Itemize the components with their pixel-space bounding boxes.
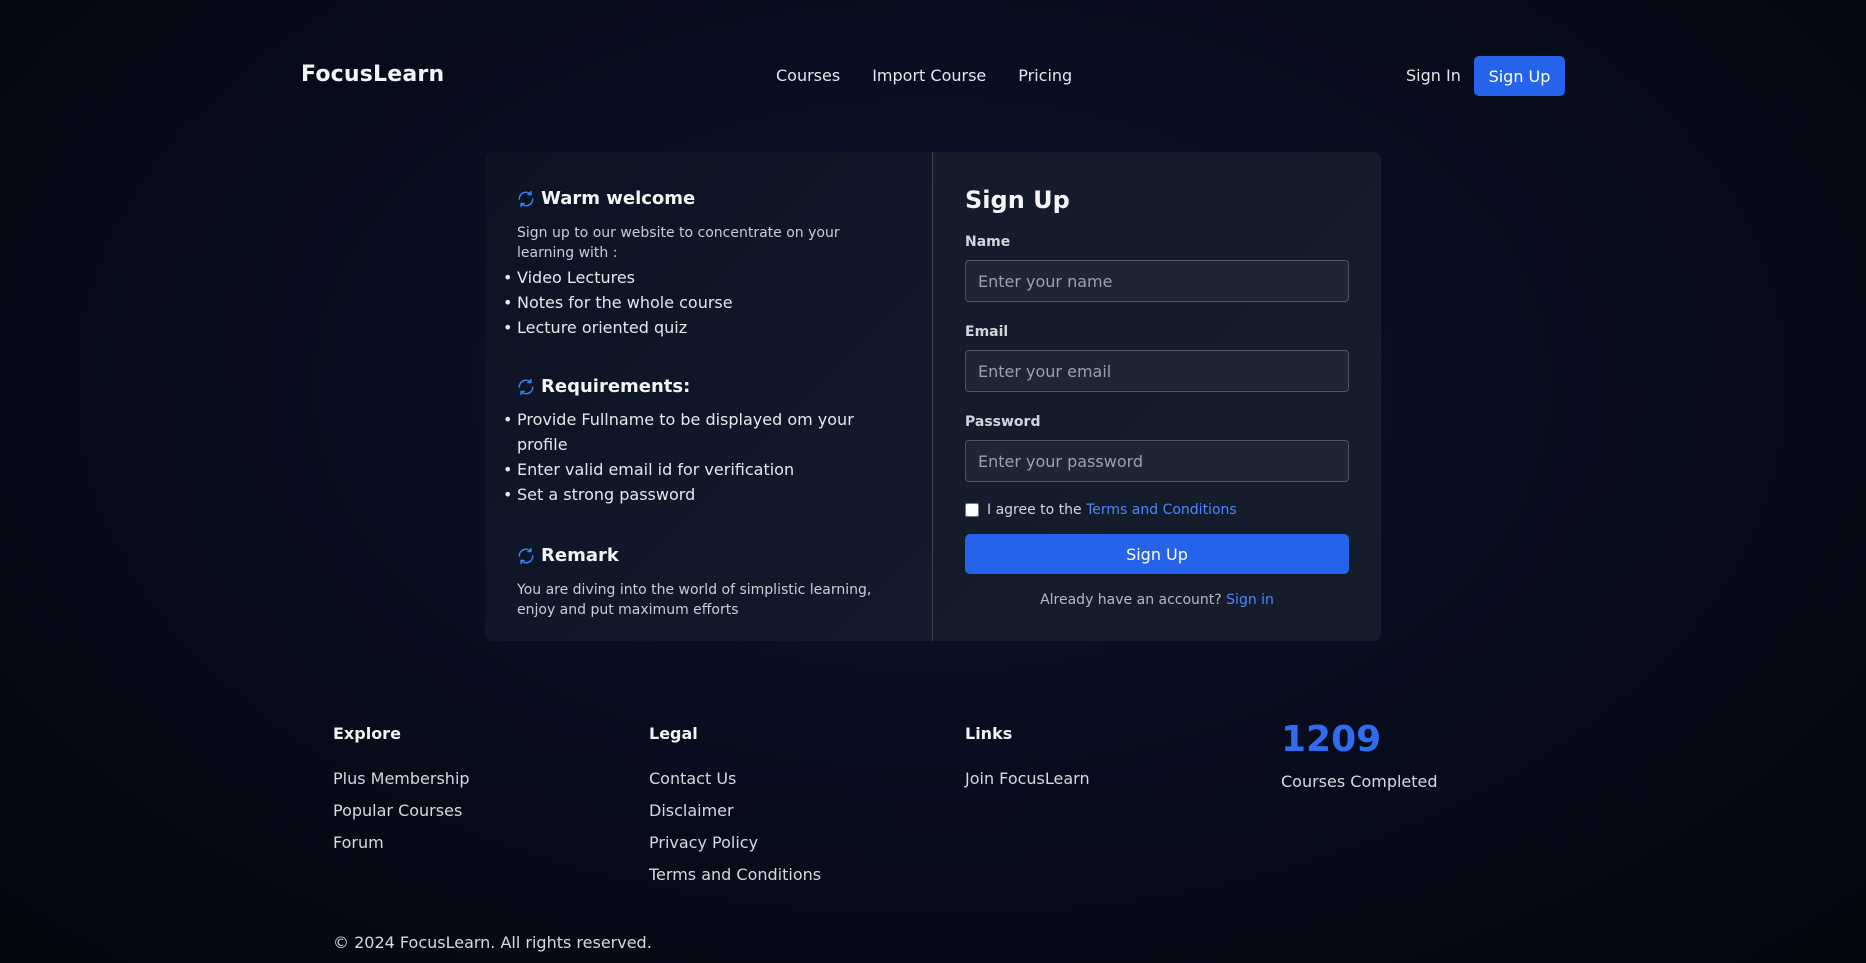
courses-completed-count: 1209 xyxy=(1281,719,1382,760)
requirements-list: Provide Fullname to be displayed om your… xyxy=(503,407,900,507)
agree-label: I agree to the xyxy=(987,502,1082,518)
remark-title: Remark xyxy=(541,545,619,566)
nav-import-course[interactable]: Import Course xyxy=(872,66,986,85)
password-label: Password xyxy=(965,414,1041,430)
welcome-list: Video Lectures Notes for the whole cours… xyxy=(503,265,900,340)
footer-link[interactable]: Contact Us xyxy=(649,763,949,795)
list-item: Enter valid email id for verification xyxy=(503,457,900,482)
nav-links: Courses Import Course Pricing xyxy=(776,66,1072,85)
footer-stat: 1209 Courses Completed xyxy=(1281,719,1581,792)
remark-heading-row: Remark xyxy=(517,545,900,566)
list-item: Notes for the whole course xyxy=(503,290,900,315)
requirements-section: Requirements: Provide Fullname to be dis… xyxy=(503,376,900,507)
footer-link[interactable]: Join FocusLearn xyxy=(965,763,1265,795)
already-text: Already have an account? xyxy=(1040,592,1222,608)
footer-explore: Explore Plus Membership Popular Courses … xyxy=(333,724,633,859)
name-input[interactable] xyxy=(965,260,1349,302)
sign-in-link[interactable]: Sign in xyxy=(1226,592,1274,608)
footer-link[interactable]: Privacy Policy xyxy=(649,827,949,859)
list-item: Video Lectures xyxy=(503,265,900,290)
email-input[interactable] xyxy=(965,350,1349,392)
list-item: Set a strong password xyxy=(503,482,900,507)
email-label: Email xyxy=(965,324,1009,340)
remark-desc: You are diving into the world of simplis… xyxy=(517,582,872,618)
list-item: Lecture oriented quiz xyxy=(503,315,900,340)
nav-sign-up-button[interactable]: Sign Up xyxy=(1474,56,1565,96)
footer-link[interactable]: Forum xyxy=(333,827,633,859)
terms-link[interactable]: Terms and Conditions xyxy=(1086,502,1237,518)
courses-completed-label: Courses Completed xyxy=(1281,772,1438,791)
nav-pricing[interactable]: Pricing xyxy=(1018,66,1072,85)
signin-prompt: Already have an account? Sign in xyxy=(965,592,1349,608)
copyright: © 2024 FocusLearn. All rights reserved. xyxy=(333,933,652,952)
nav-sign-in[interactable]: Sign In xyxy=(1406,66,1461,85)
agree-text: I agree to the Terms and Conditions xyxy=(987,502,1237,518)
terms-agree-row: I agree to the Terms and Conditions xyxy=(965,502,1349,518)
welcome-heading-row: Warm welcome xyxy=(517,188,900,209)
signup-form: Sign Up Name Email Password I agree to t… xyxy=(933,152,1381,641)
signup-card: Warm welcome Sign up to our website to c… xyxy=(485,152,1381,641)
terms-checkbox[interactable] xyxy=(965,503,979,517)
brand-logo[interactable]: FocusLearn xyxy=(301,62,444,87)
top-nav: FocusLearn Courses Import Course Pricing… xyxy=(0,0,1866,152)
footer-link[interactable]: Terms and Conditions xyxy=(649,859,949,891)
footer-explore-title: Explore xyxy=(333,724,401,743)
footer-legal-title: Legal xyxy=(649,724,698,743)
welcome-title: Warm welcome xyxy=(541,188,696,209)
info-panel: Warm welcome Sign up to our website to c… xyxy=(485,152,933,641)
footer-link[interactable]: Popular Courses xyxy=(333,795,633,827)
name-label: Name xyxy=(965,234,1011,250)
form-title: Sign Up xyxy=(965,186,1070,214)
footer-link[interactable]: Plus Membership xyxy=(333,763,633,795)
sign-up-submit-button[interactable]: Sign Up xyxy=(965,534,1349,574)
welcome-section: Warm welcome Sign up to our website to c… xyxy=(503,188,900,340)
sync-icon xyxy=(518,378,534,395)
footer-links: Links Join FocusLearn xyxy=(965,724,1265,795)
sync-icon xyxy=(518,547,534,564)
remark-section: Remark You are diving into the world of … xyxy=(517,545,900,620)
footer-legal: Legal Contact Us Disclaimer Privacy Poli… xyxy=(649,724,949,891)
footer-link[interactable]: Disclaimer xyxy=(649,795,949,827)
password-input[interactable] xyxy=(965,440,1349,482)
requirements-title: Requirements: xyxy=(541,376,691,397)
sync-icon xyxy=(518,190,534,207)
footer-links-title: Links xyxy=(965,724,1013,743)
welcome-desc: Sign up to our website to concentrate on… xyxy=(517,225,840,261)
requirements-heading-row: Requirements: xyxy=(517,376,900,397)
nav-courses[interactable]: Courses xyxy=(776,66,840,85)
list-item: Provide Fullname to be displayed om your… xyxy=(503,407,900,457)
